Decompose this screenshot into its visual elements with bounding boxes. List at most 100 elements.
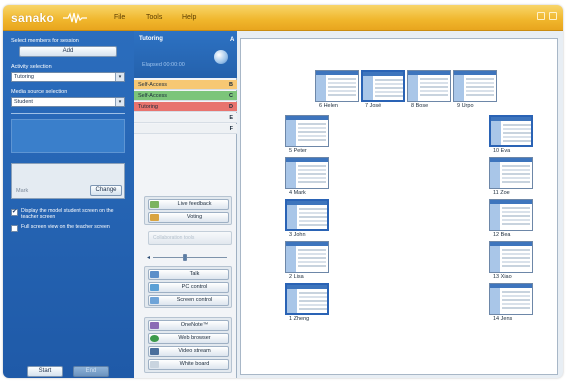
student-screen-thumbnail[interactable] [285,283,329,315]
group-letter: F [229,126,233,132]
end-button[interactable]: End [73,366,109,377]
video-stream-label: Video stream [178,348,211,354]
thumbnail-detail [490,204,500,230]
media-source-select[interactable]: Student ▾ [11,97,125,107]
web-browser-button[interactable]: Web browser [148,333,229,344]
student-screen-thumbnail[interactable] [489,199,533,231]
pc-control-icon [150,284,159,291]
collaboration-tab[interactable]: Collaboration tools [148,231,232,245]
student-screen-thumbnail[interactable] [453,70,497,102]
activity-select[interactable]: Tutoring ▾ [11,72,125,82]
screen-control-button[interactable]: Screen control [148,295,229,306]
student-seat[interactable]: 9 Urpo [453,70,497,109]
window-controls [537,12,557,20]
activity-panel: Tutoring A Elapsed 00:00:00 Self-Access … [134,31,237,378]
student-screen-thumbnail[interactable] [489,283,533,315]
student-screen-thumbnail[interactable] [489,115,533,147]
student-name: 11 Zoe [493,190,510,196]
live-feedback-button[interactable]: Live feedback [148,199,229,210]
student-screen-thumbnail[interactable] [285,157,329,189]
student-screen-thumbnail[interactable] [489,157,533,189]
student-screen-thumbnail[interactable] [285,241,329,273]
student-seat[interactable]: 8 Bose [407,70,451,109]
student-screen-thumbnail[interactable] [315,70,359,102]
group-d[interactable]: Tutoring D [134,102,237,112]
talk-label: Talk [189,271,200,277]
menu-help[interactable]: Help [182,14,196,21]
session-header: Tutoring A Elapsed 00:00:00 [134,31,237,78]
student-seat[interactable]: 2 Lisa [285,241,329,280]
screen-control-label: Screen control [176,297,213,303]
thumbnail-detail [375,79,403,81]
student-seat[interactable]: 13 Xiao [489,241,533,280]
student-name: 13 Xiao [493,274,512,280]
group-e[interactable]: E [134,113,237,123]
student-screen-thumbnail[interactable] [361,70,405,102]
student-name: 5 Peter [289,148,307,154]
pc-control-button[interactable]: PC control [148,282,229,293]
menu-tools[interactable]: Tools [146,14,162,21]
change-button[interactable]: Change [90,185,122,196]
slider-track [153,257,227,258]
student-seat[interactable]: 7 José [361,70,405,109]
white-board-icon [150,361,159,368]
student-screen-thumbnail[interactable] [285,115,329,147]
start-button[interactable]: Start [27,366,63,377]
student-seat[interactable]: 6 Helen [315,70,359,109]
onenote-label: OneNote™ [180,322,209,328]
web-browser-label: Web browser [178,335,211,341]
thumbnail-detail [502,249,530,251]
student-name: 6 Helen [319,103,338,109]
minimize-icon[interactable] [537,12,545,20]
web-browser-icon [150,335,159,342]
thumbnail-detail [298,123,326,125]
student-seat[interactable]: 1 Zheng [285,283,329,322]
student-seat[interactable]: 14 Jens [489,283,533,322]
thumbnail-detail [503,124,531,126]
feedback-icon [150,201,159,208]
fullscreen-checkbox[interactable] [11,225,18,232]
voting-button[interactable]: Voting [148,212,229,223]
onenote-button[interactable]: OneNote™ [148,320,229,331]
student-seat[interactable]: 5 Peter [285,115,329,154]
student-name: 8 Bose [411,103,429,109]
display-model-label: Display the model student screen on the … [21,208,114,220]
student-seat[interactable]: 3 John [285,199,329,238]
thumbnail-detail [299,208,327,210]
thumbnail-detail [286,246,296,272]
volume-slider[interactable]: ◂ [147,253,231,261]
student-screen-thumbnail[interactable] [489,241,533,273]
thumbnail-detail [490,162,500,188]
thumbnail-detail [454,75,464,101]
thumbnail-detail [408,75,418,101]
slider-thumb[interactable] [183,254,187,261]
student-seat[interactable]: 11 Zoe [489,157,533,196]
student-seat[interactable]: 4 Mark [285,157,329,196]
video-stream-button[interactable]: Video stream [148,346,229,357]
student-name: 12 Bea [493,232,511,238]
session-timer: Elapsed 00:00:00 [142,62,185,68]
maximize-icon[interactable] [549,12,557,20]
thumbnail-detail [466,78,494,80]
student-screen-thumbnail[interactable] [285,199,329,231]
group-f[interactable]: F [134,124,237,134]
thumbnail-detail [299,292,327,294]
menu-file[interactable]: File [114,14,125,21]
talk-button[interactable]: Talk [148,269,229,280]
group-c[interactable]: Self-Access C [134,91,237,101]
select-members-label: Select members for session [11,38,79,44]
thumbnail-detail [328,78,356,80]
group-b[interactable]: Self-Access B [134,80,237,90]
white-board-button[interactable]: White board [148,359,229,370]
student-seat[interactable]: 12 Bea [489,199,533,238]
voting-label: Voting [186,214,203,220]
student-screen-thumbnail[interactable] [407,70,451,102]
thumbnail-detail [490,246,500,272]
add-button[interactable]: Add [19,46,117,57]
thumbnail-detail [491,121,501,145]
thumbnail-detail [363,76,373,100]
student-seat[interactable]: 10 Eva [489,115,533,154]
display-model-checkbox[interactable] [11,208,18,216]
group-name: Tutoring [138,104,158,110]
model-preview-area [11,119,125,153]
